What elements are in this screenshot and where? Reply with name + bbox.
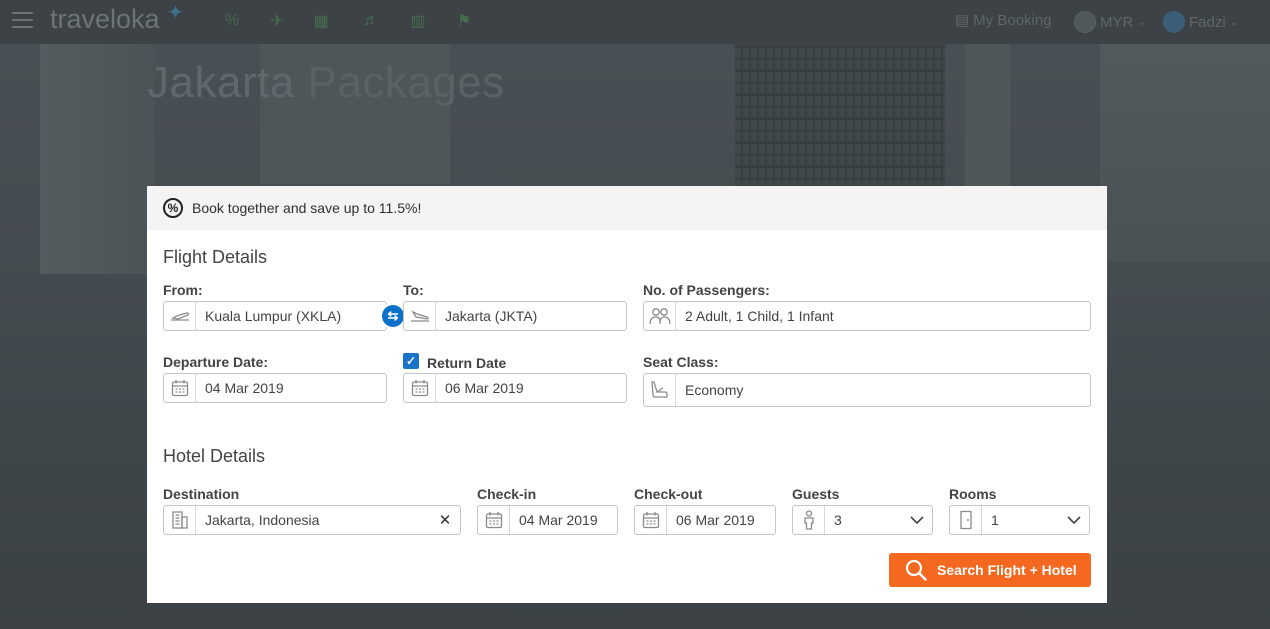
building-shape bbox=[40, 44, 155, 274]
guests-label: Guests bbox=[792, 486, 840, 502]
seat-class-value: Economy bbox=[685, 382, 744, 398]
passengers-label: No. of Passengers: bbox=[643, 282, 770, 298]
discount-icon: % bbox=[163, 198, 183, 218]
top-nav: traveloka ✦ % ✈ ▦ ♬ ▥ ⚑ ▤ My Booking MYR… bbox=[0, 0, 1270, 44]
to-value: Jakarta (JKTA) bbox=[445, 308, 538, 324]
chevron-down-icon bbox=[1059, 516, 1089, 524]
clear-icon[interactable]: ✕ bbox=[430, 511, 460, 529]
building-shape bbox=[1100, 44, 1270, 284]
plane-icon[interactable]: ✈ bbox=[265, 10, 289, 32]
search-button-label: Search Flight + Hotel bbox=[937, 562, 1077, 578]
from-value: Kuala Lumpur (XKLA) bbox=[205, 308, 342, 324]
calendar-icon bbox=[635, 506, 667, 534]
guests-select[interactable]: 3 bbox=[792, 505, 933, 535]
promo-text: Book together and save up to 11.5%! bbox=[192, 200, 422, 216]
flag-icon bbox=[1074, 11, 1096, 33]
logo[interactable]: traveloka bbox=[50, 4, 160, 35]
from-field[interactable]: Kuala Lumpur (XKLA) bbox=[163, 301, 387, 331]
checkin-value: 04 Mar 2019 bbox=[519, 512, 598, 528]
destination-label: Destination bbox=[163, 486, 240, 502]
logo-bird-icon: ✦ bbox=[167, 2, 184, 24]
hotel-icon[interactable]: ▦ bbox=[309, 10, 333, 32]
chevron-down-icon: ⌄ bbox=[1137, 16, 1146, 28]
search-flight-hotel-button[interactable]: Search Flight + Hotel bbox=[889, 553, 1091, 587]
percent-icon[interactable]: % bbox=[220, 10, 244, 32]
door-icon bbox=[950, 506, 982, 534]
flight-section-title: Flight Details bbox=[163, 247, 268, 267]
menu-icon[interactable] bbox=[12, 12, 33, 30]
user-name: Fadzi bbox=[1189, 13, 1226, 31]
avatar bbox=[1163, 11, 1185, 33]
building-icon bbox=[164, 506, 196, 534]
hotel-section-title: Hotel Details bbox=[163, 446, 266, 466]
hero-title: Jakarta Packages bbox=[147, 58, 505, 108]
checkout-field[interactable]: 06 Mar 2019 bbox=[634, 505, 776, 535]
checkout-label: Check-out bbox=[634, 486, 703, 502]
checkin-label: Check-in bbox=[477, 486, 537, 502]
rooms-value: 1 bbox=[991, 512, 999, 528]
chevron-down-icon: ⌄ bbox=[1229, 16, 1239, 28]
swap-icon[interactable]: ⇆ bbox=[382, 305, 404, 327]
my-booking-label: My Booking bbox=[973, 11, 1052, 29]
return-date-field[interactable]: 06 Mar 2019 bbox=[403, 373, 627, 403]
rooms-label: Rooms bbox=[949, 486, 997, 502]
passengers-value: 2 Adult, 1 Child, 1 Infant bbox=[685, 308, 834, 324]
search-card: % Book together and save up to 11.5%! Fl… bbox=[147, 186, 1107, 603]
building-shape bbox=[735, 44, 945, 189]
currency-selector[interactable]: MYR ⌄ bbox=[1074, 11, 1146, 33]
landing-icon bbox=[404, 302, 436, 330]
checkout-value: 06 Mar 2019 bbox=[676, 512, 755, 528]
building-shape bbox=[965, 44, 1010, 189]
takeoff-icon bbox=[164, 302, 196, 330]
checkin-field[interactable]: 04 Mar 2019 bbox=[477, 505, 618, 535]
calendar-icon bbox=[164, 374, 196, 402]
my-booking-link[interactable]: ▤ My Booking bbox=[955, 11, 1052, 30]
seat-class-field[interactable]: Economy bbox=[643, 373, 1091, 407]
to-field[interactable]: Jakarta (JKTA) bbox=[403, 301, 627, 331]
guests-value: 3 bbox=[834, 512, 842, 528]
promo-banner: % Book together and save up to 11.5%! bbox=[147, 186, 1107, 230]
from-label: From: bbox=[163, 282, 203, 298]
to-label: To: bbox=[403, 282, 424, 298]
activity-icon[interactable]: ⚑ bbox=[452, 10, 476, 32]
rooms-select[interactable]: 1 bbox=[949, 505, 1090, 535]
currency-label: MYR bbox=[1100, 13, 1134, 31]
calendar-icon bbox=[404, 374, 436, 402]
booking-icon: ▤ bbox=[955, 12, 970, 29]
hero-title-city: Jakarta bbox=[147, 58, 295, 107]
person-icon bbox=[793, 506, 825, 534]
return-value: 06 Mar 2019 bbox=[445, 380, 524, 396]
ground-shape bbox=[1107, 262, 1270, 292]
return-label: Return Date bbox=[427, 355, 507, 371]
user-menu[interactable]: Fadzi ⌄ bbox=[1163, 11, 1238, 33]
calendar-icon bbox=[478, 506, 510, 534]
departure-date-field[interactable]: 04 Mar 2019 bbox=[163, 373, 387, 403]
departure-value: 04 Mar 2019 bbox=[205, 380, 284, 396]
train-icon[interactable]: ♬ bbox=[359, 10, 383, 32]
return-date-checkbox[interactable]: ✓ bbox=[403, 353, 419, 369]
hero-title-suffix: Packages bbox=[307, 58, 505, 107]
departure-label: Departure Date: bbox=[163, 354, 269, 370]
bus-icon[interactable]: ▥ bbox=[406, 10, 430, 32]
destination-field[interactable]: Jakarta, Indonesia ✕ bbox=[163, 505, 461, 535]
destination-value: Jakarta, Indonesia bbox=[205, 512, 320, 528]
passengers-field[interactable]: 2 Adult, 1 Child, 1 Infant bbox=[643, 301, 1091, 331]
chevron-down-icon bbox=[902, 516, 932, 524]
seat-class-label: Seat Class: bbox=[643, 354, 719, 370]
passengers-icon bbox=[644, 302, 676, 330]
seat-icon bbox=[644, 374, 676, 406]
search-icon bbox=[905, 559, 927, 581]
